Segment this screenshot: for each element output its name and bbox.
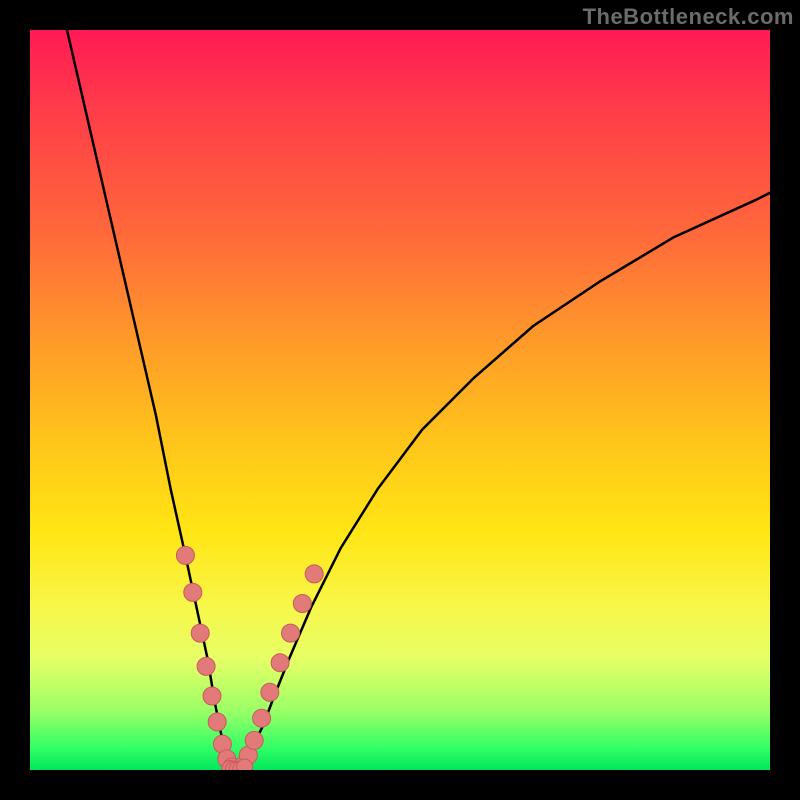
plot-area <box>30 30 770 770</box>
data-point <box>305 565 323 583</box>
curve-right <box>237 193 770 770</box>
data-markers <box>176 546 323 770</box>
data-point <box>271 654 289 672</box>
data-point <box>197 657 215 675</box>
data-point <box>253 709 271 727</box>
watermark-text: TheBottleneck.com <box>583 4 794 30</box>
chart-frame: TheBottleneck.com <box>0 0 800 800</box>
data-point <box>261 683 279 701</box>
curve-layer <box>30 30 770 770</box>
data-point <box>245 731 263 749</box>
data-point <box>184 583 202 601</box>
data-point <box>203 687 221 705</box>
data-point <box>208 713 226 731</box>
data-point <box>191 624 209 642</box>
data-point <box>237 759 253 770</box>
data-point <box>282 624 300 642</box>
data-point <box>176 546 194 564</box>
data-point <box>293 595 311 613</box>
